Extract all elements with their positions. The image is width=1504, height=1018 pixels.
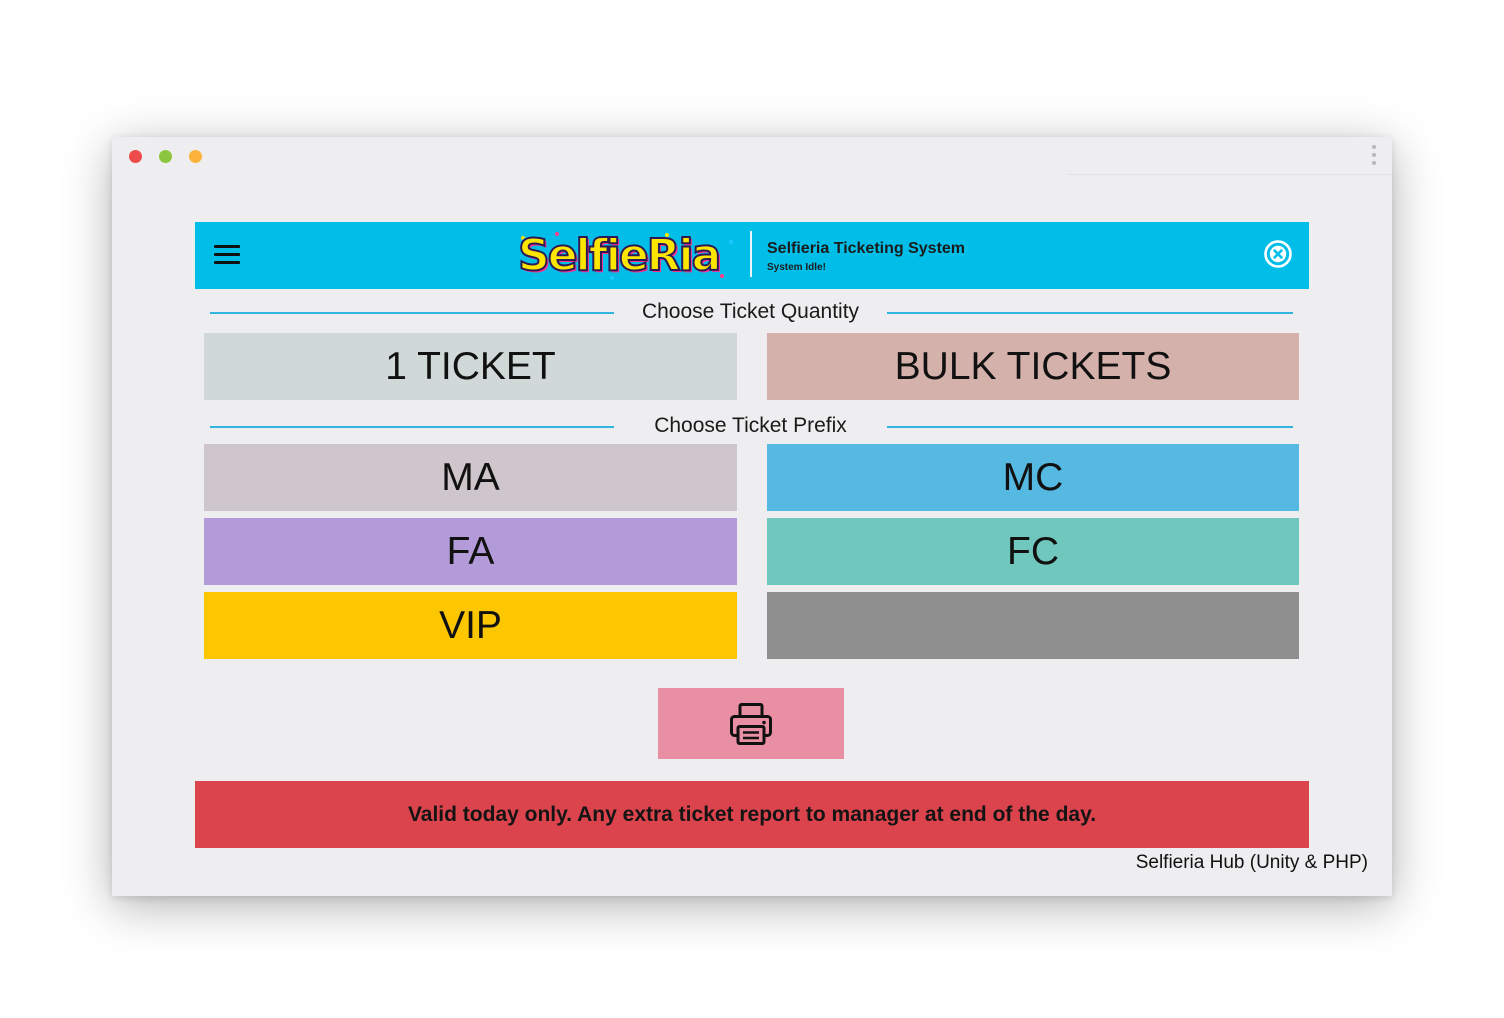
logo-text: SelfieRia [517,230,722,281]
quantity-section-label: Choose Ticket Quantity [641,300,860,323]
quantity-divider-left [210,312,614,314]
titlebar-divider [1067,174,1392,175]
close-window-button[interactable] [129,150,142,163]
prefix-fa-button[interactable]: FA [204,518,737,585]
prefix-divider-right [887,426,1293,428]
close-icon[interactable] [1263,239,1293,269]
quantity-divider-right [887,312,1293,314]
bulk-tickets-button[interactable]: BULK TICKETS [767,333,1299,400]
print-button[interactable] [658,688,844,759]
prefix-section-label: Choose Ticket Prefix [654,414,847,437]
prefix-ma-button[interactable]: MA [204,444,737,511]
prefix-fc-button[interactable]: FC [767,518,1299,585]
window-titlebar [112,137,1392,175]
prefix-blank-button[interactable] [767,592,1299,659]
app-title: Selfieria Ticketing System [767,240,966,257]
more-options-icon[interactable] [1370,145,1378,169]
hamburger-menu-icon[interactable] [214,244,240,266]
notice-banner: Valid today only. Any extra ticket repor… [195,781,1309,848]
system-status: System Idle! [767,262,826,273]
header-divider [750,231,752,277]
prefix-vip-button[interactable]: VIP [204,592,737,659]
app-header: SelfieRia Selfieria Ticketing System Sys… [195,222,1309,289]
prefix-divider-left [210,426,614,428]
one-ticket-button[interactable]: 1 TICKET [204,333,737,400]
zoom-window-button[interactable] [189,150,202,163]
prefix-mc-button[interactable]: MC [767,444,1299,511]
app-window: SelfieRia Selfieria Ticketing System Sys… [112,137,1392,896]
printer-icon [730,702,772,745]
footer-credit: Selfieria Hub (Unity & PHP) [1135,852,1368,873]
minimize-window-button[interactable] [159,150,172,163]
selfieria-logo: SelfieRia [515,230,735,282]
